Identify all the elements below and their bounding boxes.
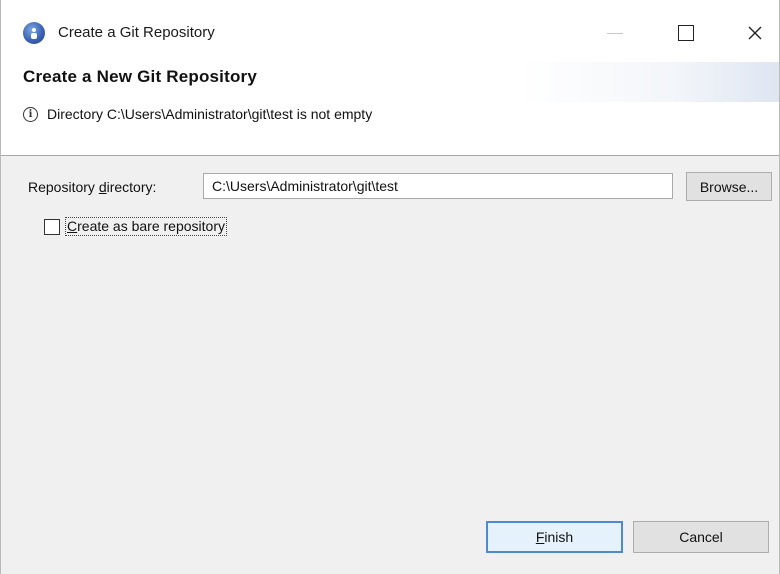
minimize-button[interactable] — [591, 14, 639, 52]
dialog-window: Create a Git Repository Create a New Git… — [0, 0, 780, 574]
bare-repository-checkbox[interactable] — [44, 218, 60, 235]
info-message-text: Directory C:\Users\Administrator\git\tes… — [47, 106, 373, 122]
close-button[interactable] — [731, 14, 779, 52]
browse-button[interactable]: Browse... — [686, 172, 772, 201]
button-bar: Finish Cancel — [1, 518, 779, 574]
bare-repository-option[interactable]: Create as bare repository — [44, 217, 227, 236]
page-title: Create a New Git Repository — [23, 67, 258, 86]
minimize-icon — [607, 32, 623, 34]
finish-button[interactable]: Finish — [486, 521, 623, 553]
wizard-header: Create a New Git Repository i Directory … — [1, 62, 779, 155]
cancel-button[interactable]: Cancel — [633, 521, 769, 553]
info-message: i Directory C:\Users\Administrator\git\t… — [23, 106, 372, 122]
info-icon: i — [23, 106, 38, 122]
window-title: Create a Git Repository — [58, 24, 215, 41]
close-icon — [748, 26, 762, 40]
title-bar: Create a Git Repository — [1, 0, 779, 62]
maximize-button[interactable] — [662, 14, 710, 52]
eclipse-app-icon — [23, 22, 45, 44]
repository-directory-input[interactable] — [203, 173, 673, 199]
wizard-body: Repository directory: Browse... Create a… — [1, 156, 779, 518]
maximize-icon — [678, 25, 694, 41]
bare-repository-label[interactable]: Create as bare repository — [65, 217, 227, 236]
repository-directory-label: Repository directory: — [28, 179, 157, 195]
